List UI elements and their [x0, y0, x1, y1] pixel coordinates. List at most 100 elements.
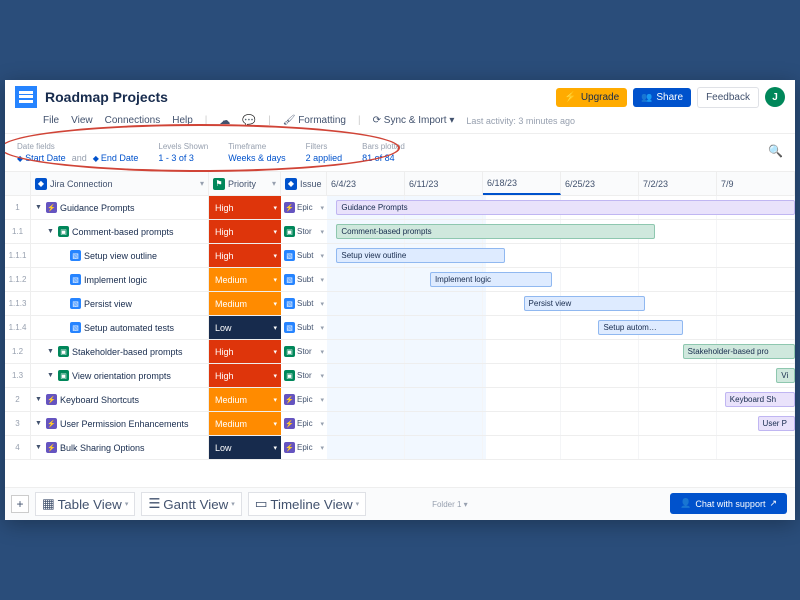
issue-type-cell[interactable]: ⚡Epic▾	[281, 412, 327, 435]
menu-view[interactable]: View	[71, 115, 93, 126]
grid-header: ◆ Jira Connection ▾ ⚑ Priority ▾ ◆ Issue…	[5, 172, 795, 196]
tree-toggle-icon[interactable]: ▼	[47, 228, 55, 235]
filter-date-fields[interactable]: Date fields ◆ Start Date and ◆ End Date	[17, 142, 138, 163]
priority-cell[interactable]: High▾	[209, 364, 281, 387]
table-row[interactable]: 1.2▼▣Stakeholder-based promptsHigh▾▣Stor…	[5, 340, 795, 364]
gantt-bar[interactable]: User P	[758, 416, 795, 431]
date-column[interactable]: 6/4/23	[327, 172, 405, 195]
tree-toggle-icon[interactable]: ▼	[35, 396, 43, 403]
menu-file[interactable]: File	[43, 115, 59, 126]
priority-cell[interactable]: Low▾	[209, 436, 281, 459]
gantt-bar[interactable]: Vi	[776, 368, 795, 383]
chat-support-button[interactable]: Chat with support	[670, 493, 787, 514]
table-row[interactable]: 1.1▼▣Comment-based promptsHigh▾▣Stor▾Com…	[5, 220, 795, 244]
chat-icon[interactable]: 💬	[242, 114, 256, 127]
table-row[interactable]: 1.3▼▣View orientation promptsHigh▾▣Stor▾…	[5, 364, 795, 388]
issue-type-cell[interactable]: ⚡Epic▾	[281, 196, 327, 219]
issue-type-cell[interactable]: ▧Subt▾	[281, 244, 327, 267]
row-name-cell[interactable]: ▧Persist view	[31, 292, 209, 315]
menu-sync[interactable]: ⟳ Sync & Import ▾	[373, 115, 455, 126]
search-icon[interactable]: 🔍	[768, 144, 783, 158]
gantt-bar[interactable]: Persist view	[524, 296, 646, 311]
priority-cell[interactable]: Medium▾	[209, 388, 281, 411]
row-name-cell[interactable]: ▼▣View orientation prompts	[31, 364, 209, 387]
add-row-button[interactable]: +	[11, 495, 29, 513]
menu-help[interactable]: Help	[172, 115, 193, 126]
table-row[interactable]: 1▼⚡Guidance PromptsHigh▾⚡Epic▾Guidance P…	[5, 196, 795, 220]
upgrade-button[interactable]: Upgrade	[556, 88, 627, 107]
table-row[interactable]: 1.1.1▧Setup view outlineHigh▾▧Subt▾Setup…	[5, 244, 795, 268]
row-name-cell[interactable]: ▼▣Comment-based prompts	[31, 220, 209, 243]
table-row[interactable]: 1.1.4▧Setup automated testsLow▾▧Subt▾Set…	[5, 316, 795, 340]
tree-toggle-icon[interactable]: ▼	[35, 204, 43, 211]
tree-toggle-icon[interactable]: ▼	[47, 348, 55, 355]
issue-type-cell[interactable]: ⚡Epic▾	[281, 388, 327, 411]
gantt-bar[interactable]: Comment-based prompts	[336, 224, 654, 239]
priority-cell[interactable]: Medium▾	[209, 292, 281, 315]
issue-type-cell[interactable]: ▧Subt▾	[281, 292, 327, 315]
issue-type-cell[interactable]: ▣Stor▾	[281, 220, 327, 243]
column-header-priority[interactable]: ⚑ Priority ▾	[209, 172, 281, 195]
priority-cell[interactable]: Low▾	[209, 316, 281, 339]
table-row[interactable]: 3▼⚡User Permission EnhancementsMedium▾⚡E…	[5, 412, 795, 436]
row-name-cell[interactable]: ▧Setup automated tests	[31, 316, 209, 339]
filter-levels[interactable]: Levels Shown 1 - 3 of 3	[158, 142, 208, 163]
diamond-icon: ◆	[35, 178, 47, 190]
subt-icon: ▧	[284, 250, 295, 261]
tree-toggle-icon[interactable]: ▼	[35, 444, 43, 451]
gantt-bar[interactable]: Stakeholder-based pro	[683, 344, 795, 359]
tree-toggle-icon[interactable]: ▼	[47, 372, 55, 379]
row-name-cell[interactable]: ▧Implement logic	[31, 268, 209, 291]
table-row[interactable]: 4▼⚡Bulk Sharing OptionsLow▾⚡Epic▾	[5, 436, 795, 460]
date-column[interactable]: 7/9	[717, 172, 795, 195]
timeline-view-button[interactable]: ▭ Timeline View ▾	[248, 492, 366, 516]
row-name-cell[interactable]: ▼⚡User Permission Enhancements	[31, 412, 209, 435]
priority-cell[interactable]: High▾	[209, 220, 281, 243]
priority-cell[interactable]: Medium▾	[209, 268, 281, 291]
tree-toggle-icon[interactable]: ▼	[35, 420, 43, 427]
folder-label[interactable]: Folder 1 ▾	[432, 500, 468, 509]
issue-type-cell[interactable]: ▧Subt▾	[281, 316, 327, 339]
share-button[interactable]: Share	[633, 88, 691, 107]
priority-cell[interactable]: High▾	[209, 340, 281, 363]
date-column[interactable]: 6/25/23	[561, 172, 639, 195]
issue-type-cell[interactable]: ▣Stor▾	[281, 340, 327, 363]
row-name-cell[interactable]: ▼⚡Bulk Sharing Options	[31, 436, 209, 459]
table-row[interactable]: 1.1.2▧Implement logicMedium▾▧Subt▾Implem…	[5, 268, 795, 292]
date-column[interactable]: 7/2/23	[639, 172, 717, 195]
gantt-bar[interactable]: Guidance Prompts	[336, 200, 795, 215]
epic-icon: ⚡	[284, 418, 295, 429]
gantt-bar[interactable]: Implement logic	[430, 272, 552, 287]
row-name-cell[interactable]: ▧Setup view outline	[31, 244, 209, 267]
filter-bars[interactable]: Bars plotted 81 of 84	[362, 142, 405, 163]
filter-filters[interactable]: Filters 2 applied	[306, 142, 343, 163]
priority-cell[interactable]: Medium▾	[209, 412, 281, 435]
feedback-button[interactable]: Feedback	[697, 87, 759, 108]
table-view-button[interactable]: ▦ Table View ▾	[35, 492, 135, 516]
gantt-bar[interactable]: Setup autom…	[598, 320, 682, 335]
row-name-cell[interactable]: ▼⚡Keyboard Shortcuts	[31, 388, 209, 411]
menu-formatting[interactable]: 🖌 Formatting	[283, 115, 346, 126]
table-row[interactable]: 1.1.3▧Persist viewMedium▾▧Subt▾Persist v…	[5, 292, 795, 316]
date-column[interactable]: 6/18/23	[483, 172, 561, 195]
column-header-issue[interactable]: ◆ Issue	[281, 172, 327, 195]
filter-timeframe[interactable]: Timeframe Weeks & days	[228, 142, 285, 163]
row-name-cell[interactable]: ▼▣Stakeholder-based prompts	[31, 340, 209, 363]
gantt-view-button[interactable]: ☰ Gantt View ▾	[141, 492, 241, 516]
chevron-down-icon: ▾	[273, 252, 277, 260]
date-column[interactable]: 6/11/23	[405, 172, 483, 195]
priority-cell[interactable]: High▾	[209, 244, 281, 267]
menubar: File View Connections Help | ☁ 💬 | 🖌 For…	[5, 114, 795, 134]
issue-type-cell[interactable]: ▧Subt▾	[281, 268, 327, 291]
menu-connections[interactable]: Connections	[105, 115, 161, 126]
issue-type-cell[interactable]: ⚡Epic▾	[281, 436, 327, 459]
gantt-bar[interactable]: Setup view outline	[336, 248, 504, 263]
priority-cell[interactable]: High▾	[209, 196, 281, 219]
gantt-bar[interactable]: Keyboard Sh	[725, 392, 795, 407]
user-avatar[interactable]: J	[765, 87, 785, 107]
cloud-icon[interactable]: ☁	[219, 114, 230, 127]
row-name-cell[interactable]: ▼⚡Guidance Prompts	[31, 196, 209, 219]
issue-type-cell[interactable]: ▣Stor▾	[281, 364, 327, 387]
column-header-name[interactable]: ◆ Jira Connection ▾	[31, 172, 209, 195]
table-row[interactable]: 2▼⚡Keyboard ShortcutsMedium▾⚡Epic▾Keyboa…	[5, 388, 795, 412]
